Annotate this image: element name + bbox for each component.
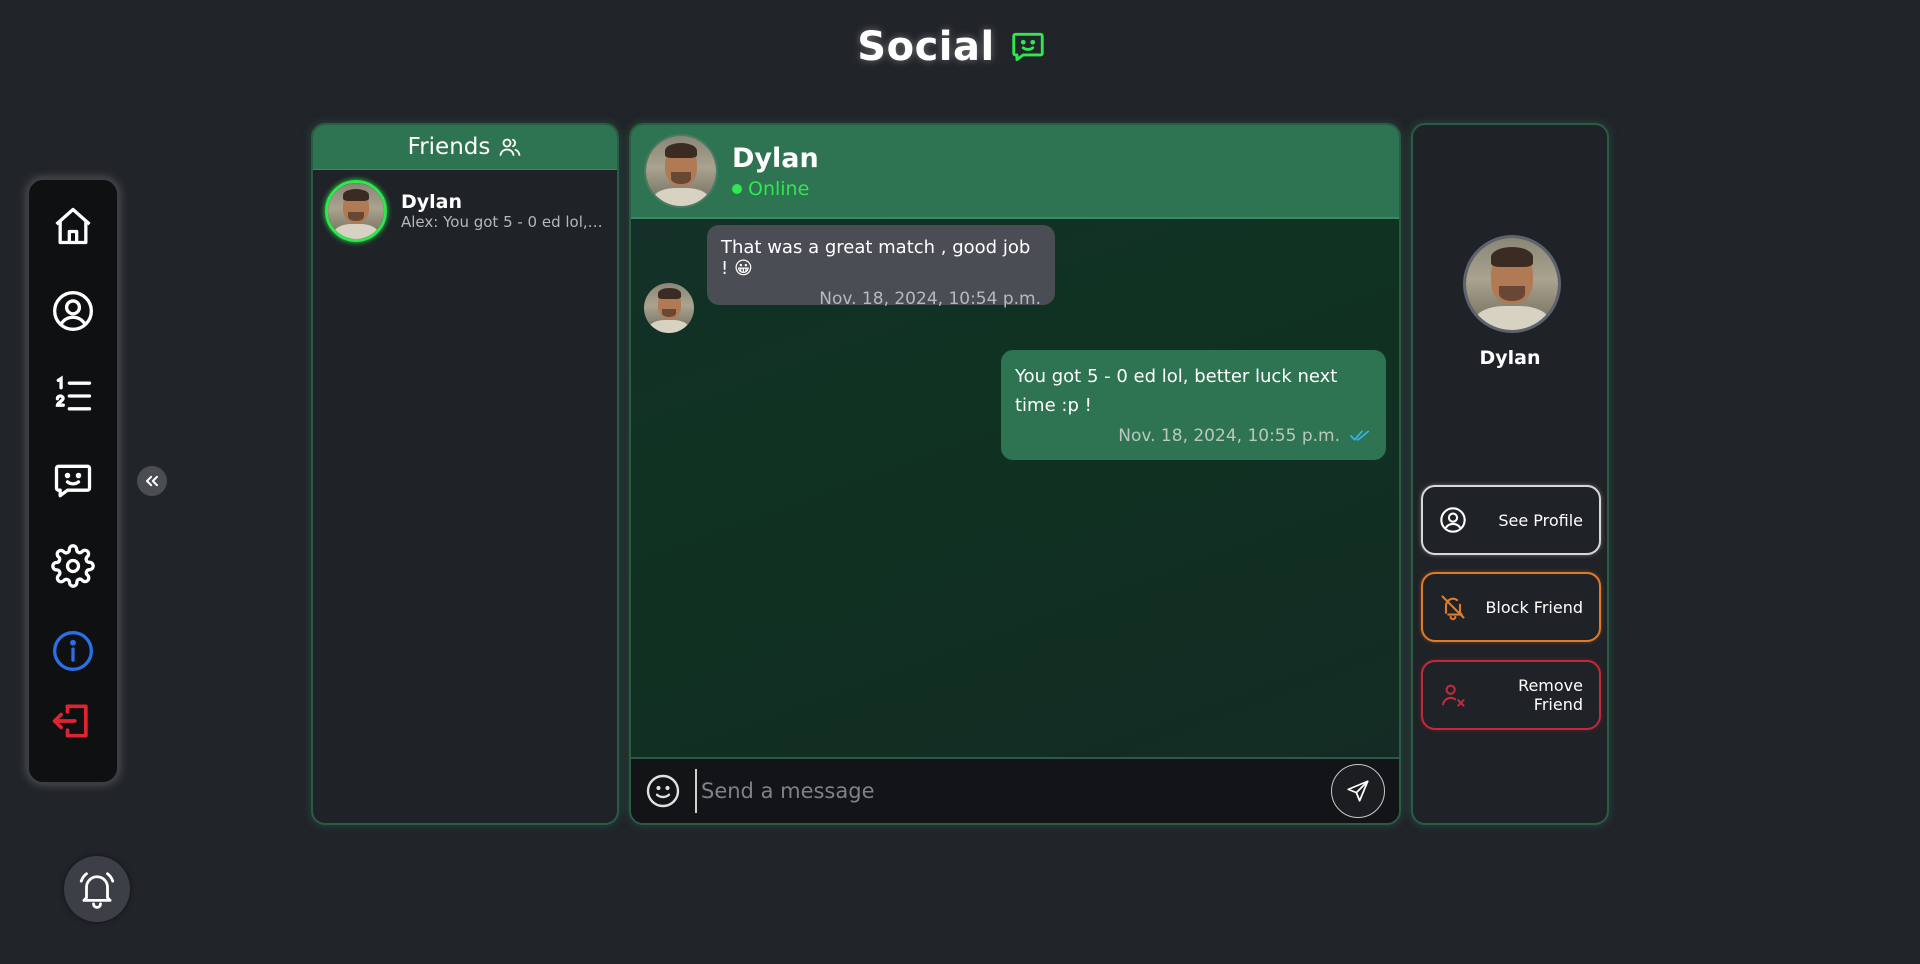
see-profile-label: See Profile xyxy=(1498,510,1583,530)
double-check-icon xyxy=(1350,430,1370,441)
sidebar-item-profile[interactable] xyxy=(47,285,99,337)
logout-icon xyxy=(52,704,88,738)
message-incoming: That was a great match , good job ! 😀 No… xyxy=(707,225,1055,309)
see-profile-button[interactable]: See Profile xyxy=(1421,485,1601,555)
chevrons-left-icon xyxy=(146,475,158,487)
emoji-icon[interactable] xyxy=(645,773,681,809)
message-text: You got 5 - 0 ed lol, better luck next t… xyxy=(1015,366,1338,416)
avatar[interactable] xyxy=(644,134,718,208)
info-icon xyxy=(53,631,93,671)
chat-status-label: Online xyxy=(748,177,810,200)
sidebar-item-leaderboard[interactable] xyxy=(47,370,99,422)
sidebar-item-home[interactable] xyxy=(47,200,99,252)
remove-friend-label: Remove Friend xyxy=(1518,676,1583,714)
profile-panel: Dylan See Profile Block Friend Remove Fr… xyxy=(1411,123,1609,825)
sidebar-item-settings[interactable] xyxy=(47,540,99,592)
message-timestamp: Nov. 18, 2024, 10:55 p.m. xyxy=(1118,426,1340,446)
message-composer xyxy=(631,757,1399,823)
sidebar-item-info[interactable] xyxy=(47,625,99,677)
message-outgoing: You got 5 - 0 ed lol, better luck next t… xyxy=(1001,350,1386,460)
sidebar-collapse-button[interactable] xyxy=(137,466,167,496)
friend-last-message: Alex: You got 5 - 0 ed lol, better luck … xyxy=(401,213,605,231)
user-remove-icon xyxy=(1442,684,1465,707)
home-icon xyxy=(55,207,91,245)
sidebar xyxy=(27,178,119,784)
chat-header: Dylan Online xyxy=(631,125,1399,219)
user-circle-icon xyxy=(53,291,93,331)
gear-icon xyxy=(51,544,95,588)
page-header: Social xyxy=(0,24,1904,70)
chat-contact-name: Dylan xyxy=(732,142,819,174)
friends-title: Friends xyxy=(407,134,491,160)
friend-list-item[interactable]: Dylan Alex: You got 5 - 0 ed lol, better… xyxy=(313,170,617,252)
online-indicator xyxy=(732,183,742,194)
message-text: That was a great match , good job ! 😀 xyxy=(721,237,1031,279)
chat-status: Online xyxy=(732,178,819,200)
block-friend-label: Block Friend xyxy=(1485,597,1583,617)
sidebar-item-chat[interactable] xyxy=(47,455,99,507)
send-icon xyxy=(1347,780,1369,802)
chat-icon xyxy=(54,464,92,498)
page-title: Social xyxy=(857,24,995,70)
message-timestamp: Nov. 18, 2024, 10:54 p.m. xyxy=(819,289,1041,309)
avatar xyxy=(1463,235,1561,333)
friends-panel: Friends Dylan Alex: You got 5 - 0 ed lol… xyxy=(311,123,619,825)
chat-panel: Dylan Online That was a great match , go… xyxy=(629,123,1401,825)
friends-header: Friends xyxy=(313,125,617,170)
block-friend-button[interactable]: Block Friend xyxy=(1421,572,1601,642)
bell-off-icon xyxy=(1441,595,1465,621)
notifications-button[interactable] xyxy=(64,856,130,922)
leaderboard-icon xyxy=(55,375,92,411)
message-list: That was a great match , good job ! 😀 No… xyxy=(631,219,1399,761)
avatar xyxy=(644,283,694,333)
send-button[interactable] xyxy=(1331,764,1385,818)
chat-smile-icon xyxy=(1012,32,1044,62)
friend-name: Dylan xyxy=(401,191,463,213)
sidebar-item-logout[interactable] xyxy=(47,695,99,747)
profile-name: Dylan xyxy=(1479,347,1541,369)
message-input[interactable] xyxy=(695,769,1317,813)
remove-friend-button[interactable]: Remove Friend xyxy=(1421,660,1601,730)
users-icon xyxy=(499,138,521,156)
avatar xyxy=(325,180,387,242)
bell-icon xyxy=(79,872,115,909)
user-circle-icon xyxy=(1440,507,1466,533)
